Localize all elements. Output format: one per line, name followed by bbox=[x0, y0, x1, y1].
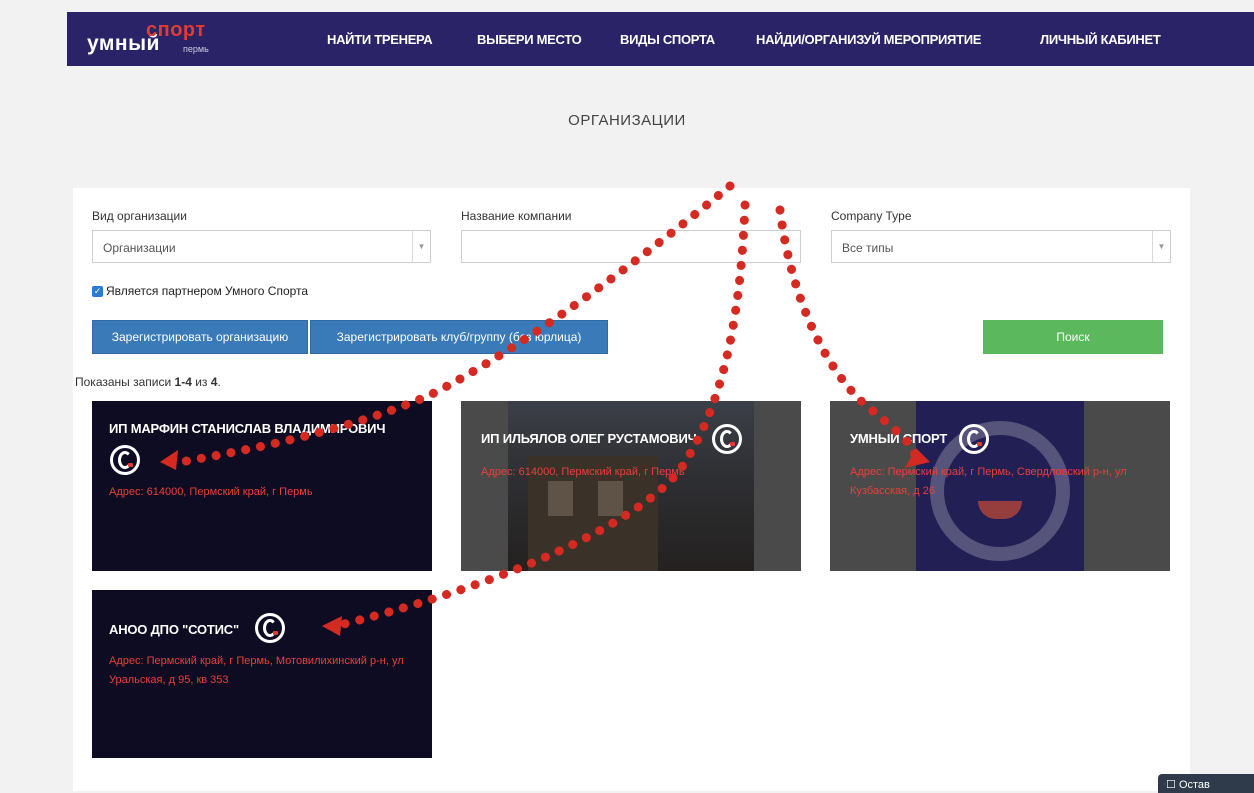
organization-card[interactable]: ИП ИЛЬЯЛОВ ОЛЕГ РУСТАМОВИЧ Адрес: 614000… bbox=[461, 401, 801, 571]
organization-card[interactable]: ИП МАРФИН СТАНИСЛАВ ВЛАДИМИРОВИЧ Адрес: … bbox=[92, 401, 432, 571]
card-photo-window bbox=[548, 481, 573, 516]
company-name-label: Название компании bbox=[461, 209, 572, 223]
company-name-input[interactable] bbox=[461, 230, 801, 263]
company-logo-icon bbox=[959, 424, 989, 454]
top-navbar: умный спорт пермь НАЙТИ ТРЕНЕРА ВЫБЕРИ М… bbox=[67, 12, 1254, 66]
company-type-label: Company Type bbox=[831, 209, 912, 223]
card-address: Адрес: Пермский край, г Пермь, Мотовилих… bbox=[109, 655, 404, 686]
card-address: Адрес: 614000, Пермский край, г Пермь bbox=[109, 486, 313, 498]
card-address: Адрес: 614000, Пермский край, г Пермь bbox=[481, 466, 685, 478]
nav-sports[interactable]: ВИДЫ СПОРТА bbox=[620, 32, 715, 47]
partner-checkbox-label: Является партнером Умного Спорта bbox=[106, 284, 309, 298]
logo-city-text: пермь bbox=[183, 44, 209, 54]
organization-card[interactable]: АНОО ДПО "СОТИС" Адрес: Пермский край, г… bbox=[92, 590, 432, 758]
organization-card[interactable]: УМНЫЙ СПОРТ Адрес: Пермский край, г Перм… bbox=[830, 401, 1170, 571]
company-type-value: Все типы bbox=[842, 241, 894, 255]
logo-sport-text: спорт bbox=[146, 19, 206, 41]
records-summary: Показаны записи 1-4 из 4. bbox=[75, 375, 221, 389]
records-suffix: . bbox=[217, 375, 221, 389]
card-title: УМНЫЙ СПОРТ bbox=[850, 431, 948, 446]
site-logo[interactable]: умный спорт пермь bbox=[87, 19, 237, 60]
company-logo-icon bbox=[712, 424, 742, 454]
chat-icon: ☐ bbox=[1166, 779, 1176, 791]
nav-find-coach[interactable]: НАЙТИ ТРЕНЕРА bbox=[327, 32, 433, 47]
card-photo-window bbox=[598, 481, 623, 516]
records-prefix: Показаны записи bbox=[75, 375, 175, 389]
org-type-label: Вид организации bbox=[92, 209, 187, 223]
dropdown-caret-icon: ▼ bbox=[412, 231, 430, 262]
chat-widget-button[interactable]: ☐ Остав bbox=[1158, 774, 1254, 793]
nav-choose-place[interactable]: ВЫБЕРИ МЕСТО bbox=[477, 32, 582, 47]
card-title: ИП МАРФИН СТАНИСЛАВ ВЛАДИМИРОВИЧ bbox=[109, 421, 386, 436]
card-address: Адрес: Пермский край, г Пермь, Свердловс… bbox=[850, 466, 1127, 497]
card-title: ИП ИЛЬЯЛОВ ОЛЕГ РУСТАМОВИЧ bbox=[481, 431, 697, 446]
records-middle: из bbox=[191, 375, 211, 389]
card-title: АНОО ДПО "СОТИС" bbox=[109, 622, 239, 637]
records-range: 1-4 bbox=[174, 375, 192, 389]
register-organization-button[interactable]: Зарегистрировать организацию bbox=[92, 320, 308, 354]
partner-checkbox-row[interactable]: ✓ Является партнером Умного Спорта bbox=[92, 284, 308, 298]
company-logo-icon bbox=[255, 613, 285, 643]
checkbox-checked-icon[interactable]: ✓ bbox=[92, 285, 103, 297]
page-title: ОРГАНИЗАЦИИ bbox=[568, 112, 686, 129]
nav-account[interactable]: ЛИЧНЫЙ КАБИНЕТ bbox=[1040, 32, 1161, 47]
org-type-select[interactable]: Организации ▼ bbox=[92, 230, 431, 263]
company-type-select[interactable]: Все типы ▼ bbox=[831, 230, 1171, 263]
nav-events[interactable]: НАЙДИ/ОРГАНИЗУЙ МЕРОПРИЯТИЕ bbox=[756, 32, 981, 47]
register-club-button[interactable]: Зарегистрировать клуб/группу (без юрлица… bbox=[310, 320, 608, 354]
search-button[interactable]: Поиск bbox=[983, 320, 1163, 354]
dropdown-caret-icon: ▼ bbox=[1152, 231, 1170, 262]
company-logo-icon bbox=[110, 445, 140, 475]
chat-label: Остав bbox=[1178, 779, 1210, 791]
org-type-value: Организации bbox=[103, 241, 176, 255]
